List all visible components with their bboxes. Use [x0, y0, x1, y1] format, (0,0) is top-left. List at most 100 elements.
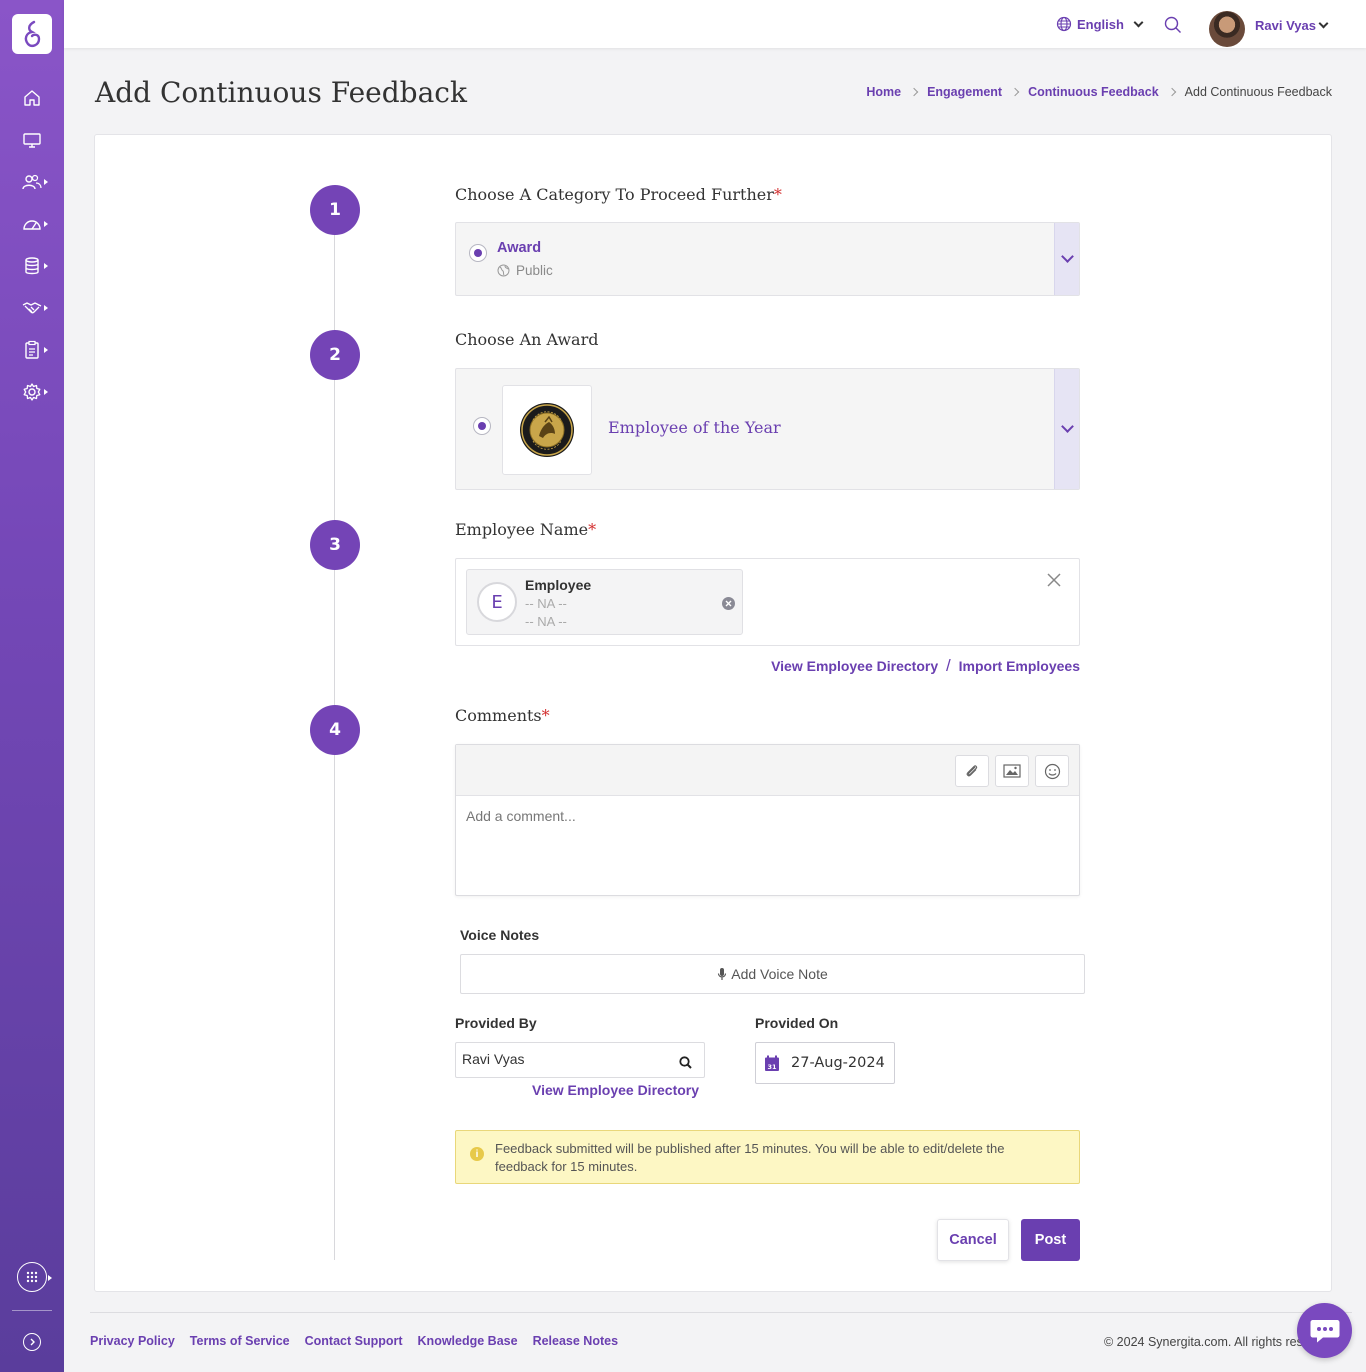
nav-monitor[interactable]	[0, 122, 64, 158]
visibility-label: Public	[516, 263, 553, 278]
category-selected-label: Award	[497, 240, 542, 256]
remove-employee-button[interactable]	[722, 597, 735, 610]
required-marker: *	[588, 520, 597, 539]
provided-on-datepicker[interactable]: 31 27-Aug-2024	[755, 1042, 895, 1084]
clipboard-icon	[25, 340, 39, 359]
microphone-icon	[718, 968, 727, 980]
comments-section-title: Comments*	[455, 706, 550, 725]
nav-settings[interactable]	[0, 374, 64, 410]
chevron-down-icon	[1133, 17, 1144, 27]
award-selected-label: Employee of the Year	[608, 418, 781, 437]
people-icon	[22, 174, 42, 190]
clear-employees-button[interactable]	[1047, 573, 1061, 592]
globe-icon	[497, 264, 510, 277]
add-voice-note-label: Add Voice Note	[731, 966, 828, 982]
provided-by-search-button[interactable]	[679, 1056, 692, 1074]
attach-file-button[interactable]	[955, 755, 989, 787]
apps-button[interactable]	[17, 1262, 47, 1292]
chevron-down-icon	[1060, 250, 1074, 263]
sidebar-divider	[12, 1310, 52, 1311]
contact-support-link[interactable]: Contact Support	[305, 1334, 403, 1348]
provided-by-directory-link[interactable]: View Employee Directory	[532, 1082, 699, 1098]
category-select[interactable]: Award Public	[455, 222, 1080, 296]
paperclip-icon	[966, 765, 978, 777]
employee-avatar: E	[477, 582, 517, 622]
breadcrumb-home[interactable]: Home	[866, 85, 901, 99]
award-dropdown-toggle[interactable]	[1054, 369, 1079, 489]
user-avatar[interactable]	[1209, 11, 1245, 47]
breadcrumb-engagement[interactable]: Engagement	[927, 85, 1002, 99]
insert-image-button[interactable]	[995, 755, 1029, 787]
employee-picker[interactable]: E Employee -- NA -- -- NA --	[455, 558, 1080, 646]
cancel-button[interactable]: Cancel	[937, 1219, 1009, 1261]
logo-icon	[24, 20, 41, 47]
knowledge-base-link[interactable]: Knowledge Base	[418, 1334, 518, 1348]
emoji-icon	[1044, 763, 1060, 779]
step-4-marker: 4	[310, 705, 360, 755]
breadcrumb-separator-icon	[909, 87, 919, 97]
expand-sidebar-button[interactable]	[23, 1333, 41, 1351]
nav-database[interactable]	[0, 248, 64, 284]
award-section-title: Choose An Award	[455, 330, 599, 349]
nav-people[interactable]	[0, 164, 64, 200]
award-badge-image	[502, 385, 592, 475]
globe-icon	[1056, 16, 1072, 32]
release-notes-link[interactable]: Release Notes	[533, 1334, 618, 1348]
close-icon	[1047, 573, 1061, 587]
image-icon	[1003, 764, 1021, 778]
nav-home[interactable]	[0, 80, 64, 116]
required-marker: *	[773, 185, 782, 204]
employee-title-text: Employee Name	[455, 520, 589, 539]
voice-notes-label: Voice Notes	[460, 927, 540, 943]
copyright-text: © 2024 Synergita.com. All rights res	[1104, 1335, 1303, 1349]
global-search-button[interactable]	[1164, 16, 1182, 39]
employee-directory-links: View Employee Directory / Import Employe…	[771, 656, 1080, 676]
post-button[interactable]: Post	[1021, 1219, 1080, 1261]
step-3-marker: 3	[310, 520, 360, 570]
language-selector[interactable]: English	[1056, 16, 1144, 32]
provided-by-label: Provided By	[455, 1015, 537, 1031]
caret-right-icon	[44, 263, 48, 269]
category-radio[interactable]	[469, 244, 487, 262]
breadcrumb-separator-icon	[1010, 87, 1020, 97]
footer-links: Privacy Policy Terms of Service Contact …	[90, 1334, 618, 1348]
employee-designation: -- NA --	[525, 596, 567, 611]
required-marker: *	[541, 706, 550, 725]
breadcrumb-separator-icon	[1167, 87, 1176, 97]
provided-on-label: Provided On	[755, 1015, 839, 1031]
chevron-down-icon	[1060, 420, 1074, 433]
comment-input[interactable]	[456, 796, 1079, 896]
provided-by-input[interactable]	[462, 1051, 662, 1067]
caret-right-icon	[44, 347, 48, 353]
view-employee-directory-link[interactable]: View Employee Directory	[771, 658, 938, 674]
import-employees-link[interactable]: Import Employees	[959, 658, 1080, 674]
chevron-down-icon[interactable]	[1318, 18, 1329, 29]
category-dropdown-toggle[interactable]	[1054, 223, 1079, 295]
award-select[interactable]: Employee of the Year	[455, 368, 1080, 490]
caret-right-icon	[44, 179, 48, 185]
category-title-text: Choose A Category To Proceed Further	[455, 185, 774, 204]
footer-divider	[90, 1312, 1352, 1313]
search-icon	[679, 1056, 692, 1069]
caret-right-icon	[44, 305, 48, 311]
user-name[interactable]: Ravi Vyas	[1255, 18, 1316, 33]
insert-emoji-button[interactable]	[1035, 755, 1069, 787]
chat-support-button[interactable]	[1297, 1303, 1352, 1358]
privacy-policy-link[interactable]: Privacy Policy	[90, 1334, 175, 1348]
nav-handshake[interactable]	[0, 290, 64, 326]
add-voice-note-button[interactable]: Add Voice Note	[460, 954, 1085, 994]
calendar-day-text: 31	[767, 1063, 777, 1071]
step-2-marker: 2	[310, 330, 360, 380]
step-1-marker: 1	[310, 185, 360, 235]
award-radio[interactable]	[473, 417, 491, 435]
nav-clipboard[interactable]	[0, 332, 64, 368]
app-logo[interactable]	[12, 14, 52, 54]
search-icon	[1164, 16, 1181, 33]
breadcrumb-continuous-feedback[interactable]: Continuous Feedback	[1028, 85, 1159, 99]
database-icon	[25, 257, 39, 275]
expand-icon	[30, 1338, 35, 1346]
terms-of-service-link[interactable]: Terms of Service	[190, 1334, 290, 1348]
nav-dashboard[interactable]	[0, 206, 64, 242]
comment-editor	[455, 744, 1080, 896]
close-icon	[725, 600, 732, 607]
